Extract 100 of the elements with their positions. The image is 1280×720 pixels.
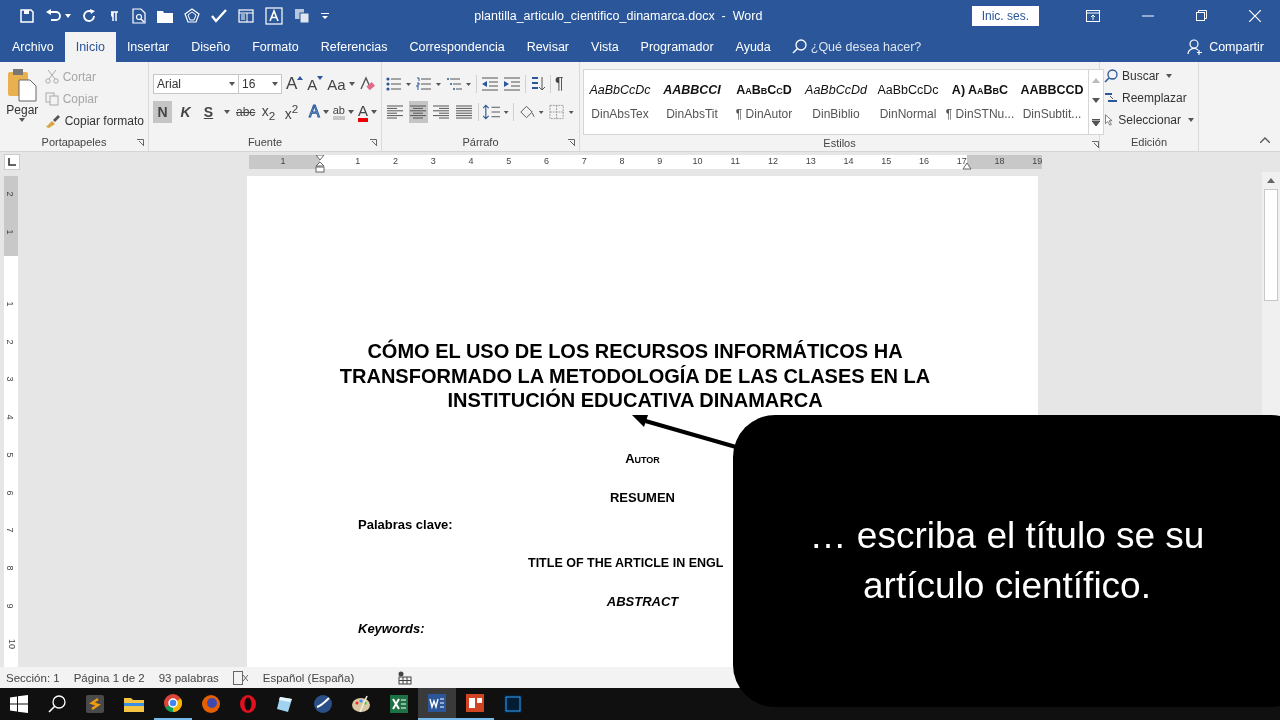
font-name-dropdown[interactable]: Arial (153, 74, 239, 94)
decrease-indent-icon[interactable] (481, 77, 499, 91)
status-word-count[interactable]: 93 palabras (158, 671, 219, 684)
editing-action[interactable]: Buscar (1104, 66, 1194, 85)
scroll-down-icon[interactable] (1092, 98, 1100, 104)
paste-button[interactable]: Pegar (4, 66, 41, 133)
multilevel-list-icon[interactable] (446, 77, 472, 91)
sort-icon[interactable] (530, 76, 546, 92)
style-gallery-item[interactable]: AaBbCcDc DinNormal (872, 70, 944, 134)
ribbon-tab[interactable]: Referencias (309, 32, 399, 62)
font-style-button[interactable]: abc (236, 101, 255, 123)
ribbon-tab[interactable]: Formato (241, 32, 310, 62)
indent-marker-icon[interactable] (962, 163, 972, 170)
style-gallery-item[interactable]: AABBCCI DinAbsTit (656, 70, 728, 134)
style-gallery-item[interactable]: AaBbCcDd DinBiblio (800, 70, 872, 134)
shrink-font-button[interactable]: A (307, 73, 324, 95)
tab-selector[interactable] (4, 154, 20, 170)
font-color-button[interactable]: A (358, 101, 377, 123)
vertical-scrollbar[interactable] (1262, 172, 1280, 418)
redo-icon[interactable] (82, 8, 96, 23)
caret-icon[interactable] (224, 110, 230, 114)
windows-logo-icon[interactable] (10, 695, 28, 713)
tell-me-field[interactable]: ¿Qué desea hacer? (810, 32, 951, 62)
keywords-label: Palabras clave: (358, 516, 454, 532)
sign-in-button[interactable]: Inic. ses. (971, 5, 1039, 26)
ribbon-tab[interactable]: Correspondencia (398, 32, 516, 62)
spreadsheet-app-icon[interactable] (390, 695, 408, 713)
font-style-button[interactable]: K (176, 101, 195, 123)
search-icon[interactable] (791, 39, 807, 54)
font-style-button[interactable]: x$_{2}$ (259, 101, 278, 123)
globe-icon[interactable] (314, 695, 332, 713)
folder-icon[interactable] (124, 696, 144, 712)
app-icon[interactable] (86, 695, 104, 713)
ribbon-display-icon[interactable] (1086, 9, 1100, 22)
minimize-icon[interactable] (1142, 14, 1154, 17)
font-style-button[interactable]: N (153, 101, 172, 123)
align-button[interactable] (408, 101, 428, 123)
image-editor-icon[interactable] (504, 695, 522, 713)
ribbon-tab[interactable]: Inicio (64, 32, 116, 62)
more-styles-icon[interactable] (1092, 119, 1100, 127)
collapse-ribbon-icon[interactable] (1260, 137, 1270, 143)
text-effects-button[interactable]: A (309, 101, 329, 123)
status-section[interactable]: Sección: 1 (6, 671, 60, 684)
ribbon-tab[interactable]: Diseño (180, 32, 242, 62)
palette-icon[interactable] (352, 695, 370, 713)
style-gallery-item[interactable]: AaBbCcDc DinAbsTex (584, 70, 656, 134)
presentation-app-icon[interactable] (466, 694, 484, 712)
checkmark-icon[interactable] (211, 8, 227, 23)
text-box-icon[interactable] (265, 6, 283, 25)
undo-icon[interactable] (45, 8, 61, 23)
style-gallery-item[interactable]: AaBbCcD ¶ DinAutor (728, 70, 800, 134)
numbering-icon[interactable] (416, 77, 442, 91)
ribbon-tab[interactable]: Insertar (115, 32, 181, 62)
shading-icon[interactable] (518, 104, 545, 120)
browser-icon[interactable] (164, 694, 182, 712)
proofing-icon[interactable] (232, 670, 249, 685)
editing-action[interactable]: Reemplazar (1104, 88, 1194, 107)
status-language[interactable]: Español (España) (262, 671, 355, 684)
dialog-launcher-icon[interactable] (370, 139, 377, 146)
status-page[interactable]: Página 1 de 2 (73, 671, 145, 684)
highlight-button[interactable]: ab (332, 101, 354, 123)
save-icon[interactable] (20, 8, 34, 23)
macro-icon[interactable] (398, 670, 413, 685)
clipboard-action[interactable]: Copiar formato (44, 112, 144, 129)
font-size-dropdown[interactable]: 16 (238, 74, 282, 94)
notepad-icon[interactable] (276, 695, 294, 713)
ribbon-tab[interactable]: Vista (580, 32, 630, 62)
line-spacing-icon[interactable] (482, 104, 510, 120)
ribbon-tab[interactable]: Ayuda (724, 32, 782, 62)
dialog-launcher-icon[interactable] (1092, 141, 1099, 148)
font-style-button[interactable]: S (199, 101, 218, 123)
share-button[interactable]: Compartir (1187, 32, 1264, 62)
indent-marker-icon[interactable] (315, 155, 325, 173)
caret-icon[interactable] (65, 13, 71, 18)
style-gallery-item[interactable]: A) AaBbC ¶ DinSTNu... (944, 70, 1016, 134)
customize-caret-icon[interactable] (321, 12, 329, 19)
editing-action[interactable]: Seleccionar (1104, 110, 1194, 129)
style-gallery-item[interactable]: AABBCCD DinSubtit... (1016, 70, 1088, 134)
dialog-launcher-icon[interactable] (137, 139, 144, 146)
dialog-launcher-icon[interactable] (568, 139, 575, 146)
ribbon-tab[interactable]: Programador (629, 32, 725, 62)
show-marks-button[interactable]: ¶ (555, 73, 564, 95)
layout-icon[interactable] (238, 8, 254, 23)
increase-indent-icon[interactable] (503, 77, 521, 91)
font-style-button[interactable]: x$^{2}$ (282, 101, 301, 123)
ribbon-tab[interactable]: Archivo (1, 32, 65, 62)
word-processor-icon[interactable] (428, 694, 446, 712)
scroll-up-icon[interactable] (1267, 178, 1275, 183)
folder-icon[interactable] (157, 8, 173, 23)
restore-icon[interactable] (1196, 10, 1207, 21)
clear-formatting-icon[interactable] (358, 76, 375, 92)
copy-pages-icon[interactable] (294, 7, 310, 24)
pentagon-icon[interactable] (184, 7, 200, 24)
ribbon-tab[interactable]: Revisar (515, 32, 580, 62)
search-icon[interactable] (48, 695, 66, 713)
close-icon[interactable] (1249, 9, 1261, 22)
grow-font-button[interactable]: A (286, 73, 304, 95)
change-case-button[interactable]: Aa (327, 73, 355, 95)
bullets-icon[interactable] (386, 77, 412, 91)
print-preview-icon[interactable] (132, 7, 146, 24)
